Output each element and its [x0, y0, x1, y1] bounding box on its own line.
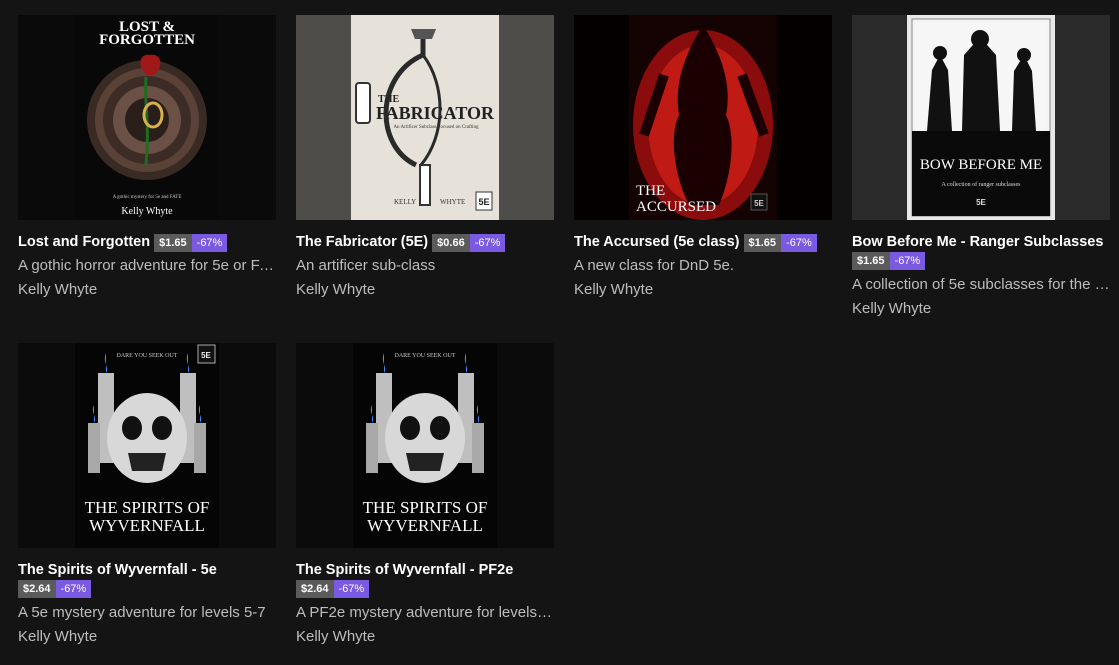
- price-badge: $2.64 -67%: [18, 579, 92, 598]
- product-description: A gothic horror adventure for 5e or FATE: [18, 257, 276, 274]
- product-cover[interactable]: DARE YOU SEEK OUT THE SPIRITS OF WYVERNF…: [296, 343, 554, 548]
- product-description: An artificer sub-class: [296, 257, 436, 274]
- cover-title-line1: THE SPIRITS OF: [85, 498, 210, 517]
- product-title-row: Lost and Forgotten $1.65 -67%: [18, 233, 288, 252]
- product-title-row: Bow Before Me - Ranger Subclasses $1.65-…: [852, 233, 1119, 270]
- price-badge: $1.65 -67%: [154, 233, 228, 252]
- cover-author-left: KELLY: [394, 198, 416, 206]
- cover-title-line2: WYVERNFALL: [89, 516, 205, 535]
- cover-author-right: WHYTE: [440, 198, 465, 206]
- cover-subtitle: An Artificer Subclass Focused on Craftin…: [393, 125, 479, 130]
- cover-title-line2: WYVERNFALL: [367, 516, 483, 535]
- product-title[interactable]: Bow Before Me - Ranger Subclasses: [852, 234, 1103, 250]
- product-cover[interactable]: DARE YOU SEEK OUT 5E THE SPIRITS OF WYVE…: [18, 343, 276, 548]
- product-author[interactable]: Kelly Whyte: [296, 627, 554, 647]
- product-cover[interactable]: THE FABRICATOR An Artificer Subclass Foc…: [296, 15, 554, 220]
- cover-logo: 5E: [478, 197, 489, 207]
- cover-logo: 5E: [976, 198, 986, 207]
- price-badge: $2.64 -67%: [296, 579, 370, 598]
- cover-title-line1: THE SPIRITS OF: [363, 498, 488, 517]
- cover-subtitle: A gothic mystery for 5e and FATE: [113, 195, 182, 200]
- product-author[interactable]: Kelly Whyte: [18, 627, 276, 647]
- product-description: A new class for DnD 5e.: [574, 257, 735, 274]
- product-author[interactable]: Kelly Whyte: [296, 280, 554, 300]
- product-title[interactable]: The Accursed (5e class): [574, 234, 739, 250]
- product-title[interactable]: Lost and Forgotten: [18, 234, 150, 250]
- product-title[interactable]: The Spirits of Wyvernfall - PF2e: [296, 562, 513, 578]
- cover-logo: 5E: [201, 351, 211, 360]
- product-title-row: The Spirits of Wyvernfall - PF2e $2.64 -6…: [296, 561, 566, 598]
- product-cover[interactable]: LOST & FORGOTTEN A gothic mystery for 5e…: [18, 15, 276, 220]
- price-label: $2.64: [296, 580, 334, 598]
- product-title-row: The Fabricator (5E) $0.66 -67%: [296, 233, 566, 252]
- discount-label: -67%: [469, 234, 506, 252]
- discount-label: -67%: [781, 234, 817, 252]
- price-badge: $1.65 -67%: [743, 233, 817, 252]
- cover-title-line2: ACCURSED: [636, 199, 716, 215]
- price-label: $1.65: [154, 234, 192, 252]
- discount-label: -67%: [191, 234, 228, 252]
- price-badge: $1.65 -67%: [852, 251, 926, 270]
- product-description: A PF2e mystery adventure for levels 5-7: [296, 604, 554, 621]
- product-cover[interactable]: THE ACCURSED 5E: [574, 15, 832, 220]
- cover-tagline: DARE YOU SEEK OUT: [395, 353, 456, 359]
- product-description: A 5e mystery adventure for levels 5-7: [18, 604, 266, 621]
- discount-label: -67%: [889, 252, 926, 270]
- product-author[interactable]: Kelly Whyte: [18, 280, 276, 300]
- price-label: $1.65: [743, 234, 782, 252]
- price-label: $1.65: [852, 252, 890, 270]
- cover-tagline: DARE YOU SEEK OUT: [117, 353, 178, 359]
- product-title-row: The Spirits of Wyvernfall - 5e $2.64 -67%: [18, 561, 288, 598]
- price-label: $0.66: [432, 234, 470, 252]
- cover-title-line2: FORGOTTEN: [99, 32, 195, 48]
- product-title[interactable]: The Fabricator (5E): [296, 234, 428, 250]
- product-description: A collection of 5e subclasses for the ra…: [852, 276, 1110, 293]
- cover-logo: 5E: [754, 199, 764, 208]
- product-author[interactable]: Kelly Whyte: [574, 280, 832, 300]
- cover-author: Kelly Whyte: [121, 206, 173, 217]
- price-label: $2.64: [18, 580, 56, 598]
- price-badge: $0.66 -67%: [432, 233, 506, 252]
- cover-title: BOW BEFORE ME: [920, 157, 1042, 173]
- product-author[interactable]: Kelly Whyte: [852, 299, 1110, 319]
- product-cover[interactable]: BOW BEFORE ME A collection of ranger sub…: [852, 15, 1110, 220]
- cover-subtitle: A collection of ranger subclasses: [942, 181, 1022, 188]
- cover-title-line1: THE: [636, 183, 665, 199]
- cover-title-line2: FABRICATOR: [376, 103, 495, 123]
- product-title[interactable]: The Spirits of Wyvernfall - 5e: [18, 562, 217, 578]
- discount-label: -67%: [333, 580, 370, 598]
- product-title-row: The Accursed (5e class) $1.65 -67%: [574, 233, 844, 252]
- discount-label: -67%: [55, 580, 92, 598]
